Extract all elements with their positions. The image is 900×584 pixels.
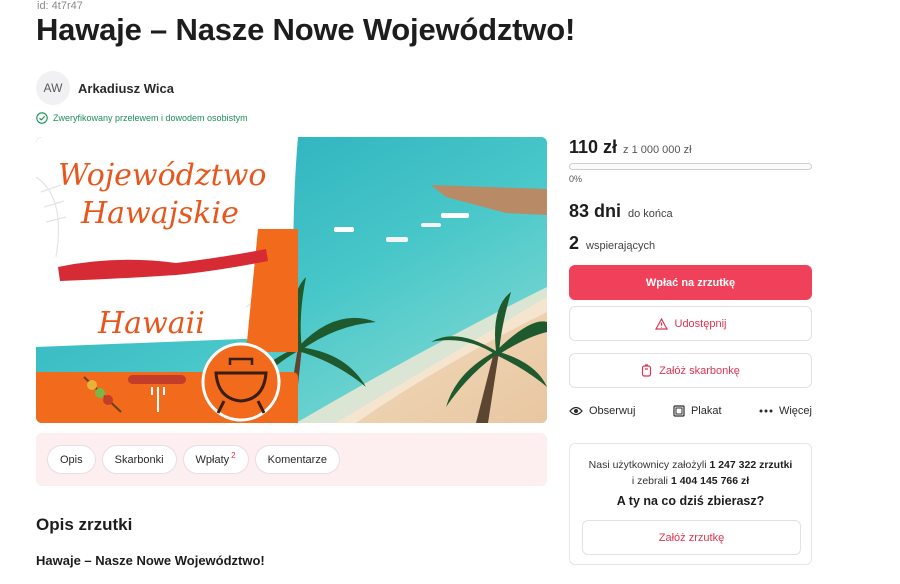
supporters-count: 2 wspierających [569,233,655,254]
more-label: Więcej [778,405,812,417]
goal-value: z 1 000 000 zł [623,144,692,156]
create-piggy-bank-button[interactable]: Załóż skarbonkę [569,353,812,388]
progress-percent: 0% [569,174,583,184]
promo-line1-prefix: Nasi użytkownicy założyli [588,459,710,471]
tab-label: Komentarze [267,453,327,466]
piggy-bank-icon [642,364,652,377]
description-title: Hawaje – Nasze Nowe Województwo! [36,553,265,568]
section-title: Opis zrzutki [36,515,133,534]
tabs-bar: Opis Skarbonki Wpłaty 2 Komentarze [36,433,547,486]
piggy-label: Załóż skarbonkę [659,364,740,377]
secondary-actions: Obserwuj Plakat Więcej [569,405,812,417]
boat [386,237,408,242]
avatar[interactable]: AW [36,71,70,105]
tab-count-badge: 2 [231,451,236,460]
days-left: 83 dni do końca [569,201,673,222]
tab-description[interactable]: Opis [47,445,96,474]
fundraiser-id: id: 4t7r47 [37,0,83,12]
poster-icon [673,405,685,417]
promo-count: 1 247 322 zrzutki [709,459,793,471]
create-fundraiser-button[interactable]: Załóż zrzutkę [582,520,801,555]
hero-heading-2: Hawajskie [80,196,239,231]
author-block[interactable]: AW Arkadiusz Wica [36,71,174,105]
more-button[interactable]: Więcej [759,405,812,417]
author-name[interactable]: Arkadiusz Wica [78,81,174,96]
hero-image: Województwo Hawajskie Hawaii [36,137,547,423]
progress-bar [569,163,812,170]
watch-label: Obserwuj [589,405,636,417]
tab-payments[interactable]: Wpłaty 2 [182,445,249,474]
hero-heading-1: Województwo [58,158,266,193]
supporters-label: wspierających [586,240,656,252]
promo-stats: Nasi użytkownicy założyli 1 247 322 zrzu… [570,457,811,489]
tab-label: Skarbonki [114,453,164,466]
promo-box: Nasi użytkownicy założyli 1 247 322 zrzu… [569,443,812,565]
supporters-value: 2 [569,233,580,253]
days-value: 83 dni [569,201,622,221]
watch-button[interactable]: Obserwuj [569,405,635,417]
verified-text: Zweryfikowany przelewem i dowodem osobis… [53,113,248,123]
days-label: do końca [628,208,673,220]
poster-label: Plakat [690,405,722,417]
hero-subheading: Hawaii [97,306,205,341]
raised-amount: 110 zł z 1 000 000 zł [569,137,692,158]
more-dots-icon [759,409,773,413]
grill-icon [201,342,281,422]
share-label: Udostępnij [674,317,727,330]
tab-piggy-banks[interactable]: Skarbonki [101,445,177,474]
promo-amount: 1 404 145 766 zł [670,475,750,487]
pay-button[interactable]: Wpłać na zrzutkę [569,265,812,300]
hero-illustration: Województwo Hawajskie Hawaii [36,137,547,423]
raised-value: 110 zł [569,137,618,157]
verified-badge: Zweryfikowany przelewem i dowodem osobis… [36,112,248,124]
poster-button[interactable]: Plakat [673,405,722,417]
share-button[interactable]: Udostępnij [569,306,812,341]
tab-label: Opis [60,453,83,466]
eye-icon [569,406,583,416]
check-circle-icon [36,112,48,124]
page-title: Hawaje – Nasze Nowe Województwo! [36,12,576,47]
warning-triangle-icon [654,317,668,330]
tab-label: Wpłaty [195,453,230,466]
promo-line2-prefix: i zebrali [631,475,671,487]
tab-comments[interactable]: Komentarze [254,445,340,474]
promo-question: A ty na co dziś zbierasz? [616,494,765,508]
